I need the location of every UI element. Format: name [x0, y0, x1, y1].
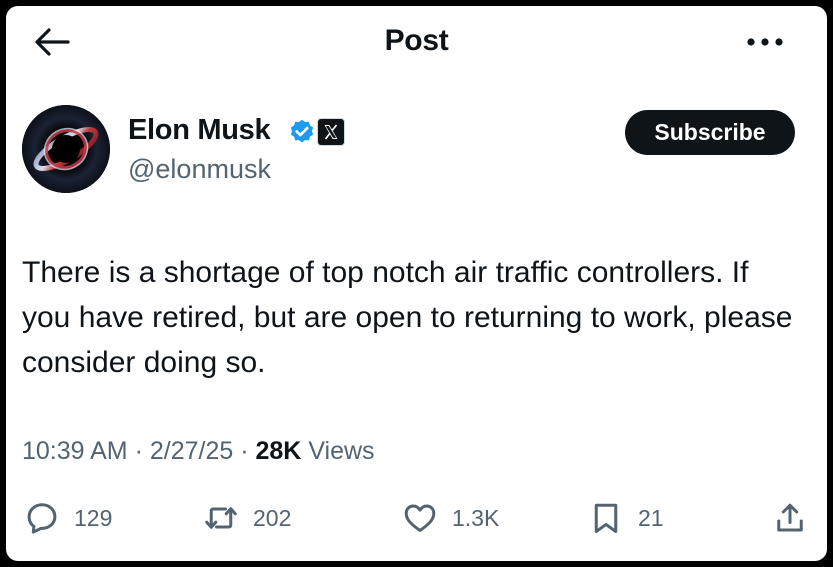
views-count[interactable]: 28K	[256, 437, 302, 465]
more-horizontal-icon	[747, 38, 783, 46]
action-bar: 129 202 1.3K 21	[6, 496, 827, 540]
repost-icon	[205, 507, 237, 529]
bookmark-count: 21	[638, 504, 664, 531]
meta-separator: ·	[127, 437, 150, 465]
avatar[interactable]	[22, 105, 110, 193]
reply-icon	[27, 503, 57, 534]
x-logo-icon	[324, 124, 338, 140]
share-button[interactable]	[772, 496, 808, 540]
author-handle[interactable]: @elonmusk	[128, 154, 271, 185]
heart-icon	[404, 504, 436, 532]
post-card: Post Elon Musk @elonmusk Subscribe There…	[6, 6, 827, 561]
post-time[interactable]: 10:39 AM	[22, 437, 128, 465]
reply-button[interactable]: 129	[24, 496, 112, 540]
like-count: 1.3K	[452, 504, 500, 531]
views-label: Views	[301, 437, 375, 465]
affiliation-badge[interactable]	[317, 118, 345, 146]
page-title: Post	[384, 24, 449, 57]
like-button[interactable]: 1.3K	[402, 496, 499, 540]
more-options-button[interactable]	[745, 28, 785, 56]
repost-button[interactable]: 202	[203, 496, 291, 540]
post-date[interactable]: 2/27/25	[150, 437, 233, 465]
bookmark-button[interactable]: 21	[588, 496, 664, 540]
post-meta: 10:39 AM · 2/27/25 · 28K Views	[22, 437, 375, 466]
top-bar: Post	[6, 6, 827, 76]
meta-separator: ·	[233, 437, 256, 465]
author-display-name[interactable]: Elon Musk	[128, 114, 271, 147]
post-text: There is a shortage of top notch air tra…	[22, 256, 793, 379]
subscribe-button[interactable]: Subscribe	[625, 110, 795, 155]
verified-badge-icon	[290, 119, 314, 143]
reply-count: 129	[74, 504, 113, 531]
bookmark-icon	[594, 503, 618, 533]
repost-count: 202	[253, 504, 292, 531]
black-hole-avatar-image	[22, 105, 110, 193]
share-icon	[777, 503, 803, 532]
